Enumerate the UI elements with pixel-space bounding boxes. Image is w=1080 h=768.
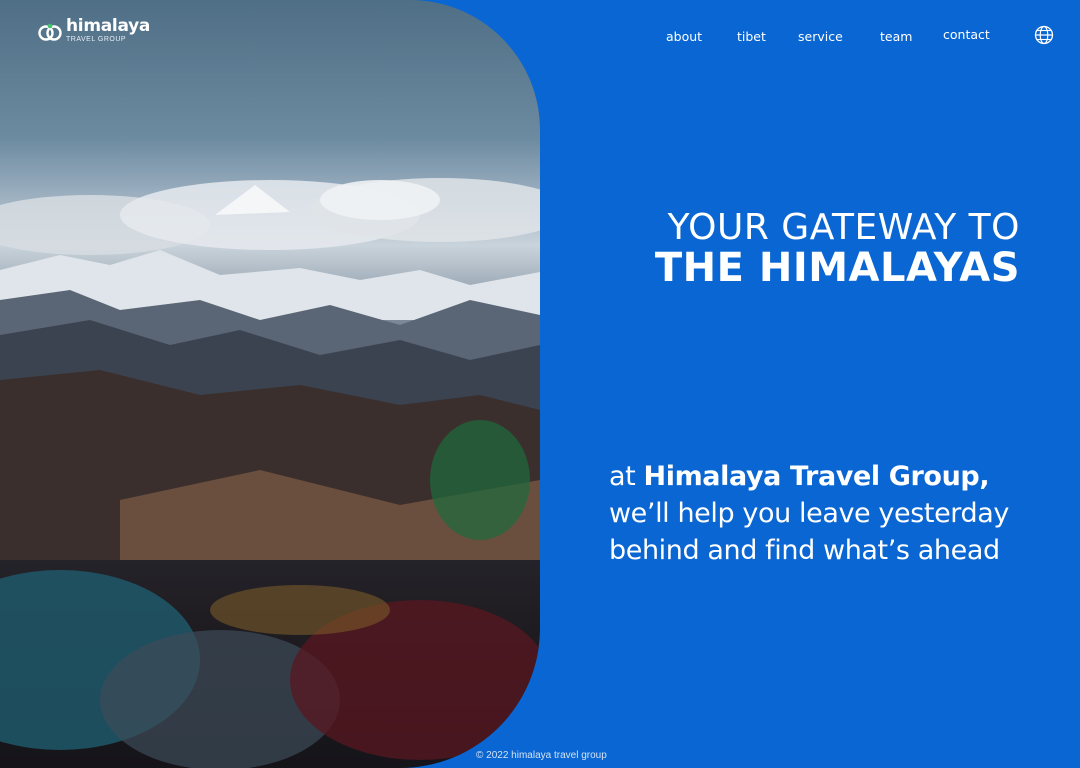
tagline-line-2: we’ll help you leave yesterday	[609, 498, 1009, 529]
tagline-prefix: at	[609, 461, 644, 492]
copyright-text: © 2022 himalaya travel group	[476, 750, 607, 761]
nav-team[interactable]: team	[880, 29, 912, 44]
tagline-brand: Himalaya Travel Group,	[643, 461, 990, 492]
headline-line-2: THE HIMALAYAS	[654, 245, 1020, 291]
nav-service[interactable]: service	[798, 29, 843, 44]
nav-contact[interactable]: contact	[943, 27, 990, 42]
main-nav: about tibet service team contact	[0, 27, 1080, 47]
hero-tagline: at Himalaya Travel Group, we’ll help you…	[609, 458, 1069, 569]
headline-line-1: YOUR GATEWAY TO	[667, 207, 1020, 248]
mountain-landscape	[0, 178, 540, 768]
hero-headline: YOUR GATEWAY TO THE HIMALAYAS	[600, 207, 1020, 291]
nav-tibet[interactable]: tibet	[737, 29, 766, 44]
globe-icon[interactable]	[1034, 25, 1054, 45]
nav-about[interactable]: about	[666, 29, 702, 44]
tagline-line-3: behind and find what’s ahead	[609, 535, 1000, 566]
hero-image	[0, 0, 540, 768]
